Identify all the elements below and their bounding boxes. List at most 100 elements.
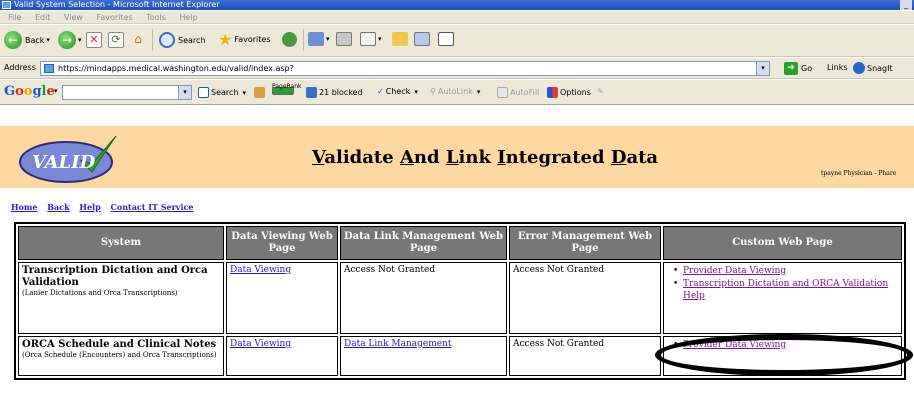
- chevron-down-icon: ▾: [242, 88, 246, 97]
- google-search-input[interactable]: ▾: [62, 85, 192, 100]
- popup-blocker-button[interactable]: 21 blocked: [306, 87, 363, 98]
- ie-icon: [2, 1, 11, 9]
- refresh-icon: ⟳: [108, 32, 124, 48]
- menu-view[interactable]: View: [64, 13, 83, 22]
- go-button[interactable]: ➜ Go: [784, 62, 812, 75]
- error-management-cell: Access Not Granted: [509, 262, 661, 334]
- menu-tools[interactable]: Tools: [146, 13, 166, 22]
- pagerank-indicator[interactable]: PageRank: [272, 83, 302, 95]
- stop-icon: ✕: [86, 32, 102, 48]
- pencil-icon: [254, 87, 265, 98]
- menu-file[interactable]: File: [8, 13, 21, 22]
- system-description: (Orca Schedule (Encounters) and Orca Tra…: [22, 351, 217, 359]
- page-title: Validate And Link Integrated Data: [312, 147, 659, 168]
- home-icon: ⌂: [134, 32, 142, 46]
- autolink-button[interactable]: ⚲ AutoLink ▾: [430, 87, 480, 96]
- system-table: System Data Viewing Web Page Data Link M…: [14, 222, 906, 380]
- google-options-icon-button[interactable]: [254, 87, 265, 98]
- print-button[interactable]: [336, 32, 352, 46]
- messenger-button[interactable]: [438, 32, 454, 46]
- window-title: Valid System Selection - Microsoft Inter…: [14, 0, 220, 9]
- forward-button[interactable]: → ▾: [58, 31, 82, 49]
- menu-help[interactable]: Help: [179, 13, 197, 22]
- table-header-row: System Data Viewing Web Page Data Link M…: [18, 226, 902, 260]
- menu-edit[interactable]: Edit: [35, 13, 51, 22]
- search-button[interactable]: Search: [159, 32, 205, 48]
- autofill-button[interactable]: AutoFill: [497, 87, 539, 98]
- google-g-icon: [198, 87, 209, 98]
- address-url: https://mindapps.medical.washington.edu/…: [58, 64, 294, 73]
- google-search-button[interactable]: Search ▾: [198, 87, 246, 98]
- chevron-down-icon: ▾: [378, 35, 382, 43]
- column-header: System: [18, 226, 224, 260]
- options-icon: [547, 87, 558, 98]
- mail-button[interactable]: ▾: [308, 32, 330, 46]
- valid-logo-icon: VALID: [19, 135, 117, 183]
- data-link-cell: Access Not Granted: [340, 262, 507, 334]
- system-description: (Lanier Dictations and Orca Transcriptio…: [22, 289, 178, 297]
- provider-data-viewing-link[interactable]: Provider Data Viewing: [683, 266, 786, 276]
- chevron-down-icon: ▾: [414, 87, 418, 96]
- list-item: Provider Data Viewing: [673, 265, 898, 277]
- data-viewing-cell: Data Viewing: [226, 336, 338, 376]
- pen-icon: ✎: [597, 87, 604, 96]
- system-cell: Transcription Dictation and Orca Validat…: [18, 262, 224, 334]
- popup-blocker-icon: [306, 87, 317, 98]
- provider-data-viewing-link[interactable]: Provider Data Viewing: [683, 340, 786, 350]
- print-icon: [336, 32, 352, 46]
- standard-toolbar: ← Back ▾ → ▾ ✕ ⟳ ⌂ Search ★ Favorites ▾ …: [0, 25, 914, 57]
- stop-button[interactable]: ✕: [86, 32, 102, 48]
- star-icon: ★: [218, 30, 233, 49]
- data-link-management-link[interactable]: Data Link Management: [344, 339, 452, 349]
- address-bar: Address https://mindapps.medical.washing…: [0, 58, 914, 79]
- chevron-down-icon[interactable]: ▾: [54, 87, 58, 95]
- autolink-icon: ⚲: [430, 87, 436, 96]
- highlight-button[interactable]: ✎: [597, 87, 604, 96]
- chevron-down-icon[interactable]: ▾: [756, 62, 769, 75]
- table-row: ORCA Schedule and Clinical Notes (Orca S…: [18, 336, 902, 376]
- column-header: Data Link Management Web Page: [340, 226, 507, 260]
- google-logo[interactable]: Google: [4, 84, 55, 99]
- list-item: Transcription Dictation and ORCA Validat…: [673, 278, 898, 302]
- favorites-button[interactable]: ★ Favorites: [218, 30, 270, 49]
- custom-cell: Provider Data Viewing: [663, 336, 902, 376]
- nav-help-link[interactable]: Help: [79, 202, 100, 212]
- history-button[interactable]: [282, 32, 297, 47]
- data-link-cell: Data Link Management: [340, 336, 507, 376]
- transcription-help-link[interactable]: Transcription Dictation and ORCA Validat…: [683, 279, 888, 301]
- data-viewing-link[interactable]: Data Viewing: [230, 265, 291, 275]
- google-toolbar: Google ▾ ▾ Search ▾ PageRank 21 blocked …: [0, 80, 914, 105]
- address-input[interactable]: https://mindapps.medical.washington.edu/…: [40, 61, 770, 76]
- messenger-icon: [438, 32, 454, 46]
- nav-links: Home Back Help Contact IT Service: [11, 202, 200, 212]
- search-icon: [159, 32, 175, 48]
- header-banner: VALID Validate And Link Integrated Data …: [0, 126, 914, 188]
- menu-favorites[interactable]: Favorites: [97, 13, 133, 22]
- edit-button[interactable]: ▾: [360, 32, 382, 46]
- column-header: Data Viewing Web Page: [226, 226, 338, 260]
- mail-icon: [308, 32, 324, 46]
- research-button[interactable]: [414, 32, 430, 46]
- back-button[interactable]: ← Back ▾: [4, 31, 50, 49]
- menu-bar: File Edit View Favorites Tools Help: [0, 11, 914, 24]
- system-name: Transcription Dictation and Orca Validat…: [22, 265, 208, 288]
- data-viewing-link[interactable]: Data Viewing: [230, 339, 291, 349]
- nav-contact-link[interactable]: Contact IT Service: [110, 202, 193, 212]
- logo-text: VALID: [32, 152, 96, 173]
- chevron-down-icon: ▾: [46, 36, 50, 44]
- links-button[interactable]: Links: [827, 63, 848, 72]
- minimize-button[interactable]: _: [900, 0, 912, 10]
- folder-button[interactable]: [392, 32, 408, 46]
- chevron-down-icon: ▾: [326, 35, 330, 43]
- spellcheck-button[interactable]: ✓ Check ▾: [377, 87, 418, 96]
- table-row: Transcription Dictation and Orca Validat…: [18, 262, 902, 334]
- research-icon: [414, 32, 430, 46]
- chevron-down-icon[interactable]: ▾: [178, 86, 191, 99]
- google-options-button[interactable]: Options: [547, 87, 591, 98]
- snagit-button[interactable]: SnagIt: [853, 62, 893, 74]
- home-button[interactable]: ⌂: [130, 32, 146, 48]
- nav-home-link[interactable]: Home: [11, 202, 37, 212]
- nav-back-link[interactable]: Back: [47, 202, 69, 212]
- user-info: tpayne Physician - Phare: [821, 170, 897, 177]
- refresh-button[interactable]: ⟳: [108, 32, 124, 48]
